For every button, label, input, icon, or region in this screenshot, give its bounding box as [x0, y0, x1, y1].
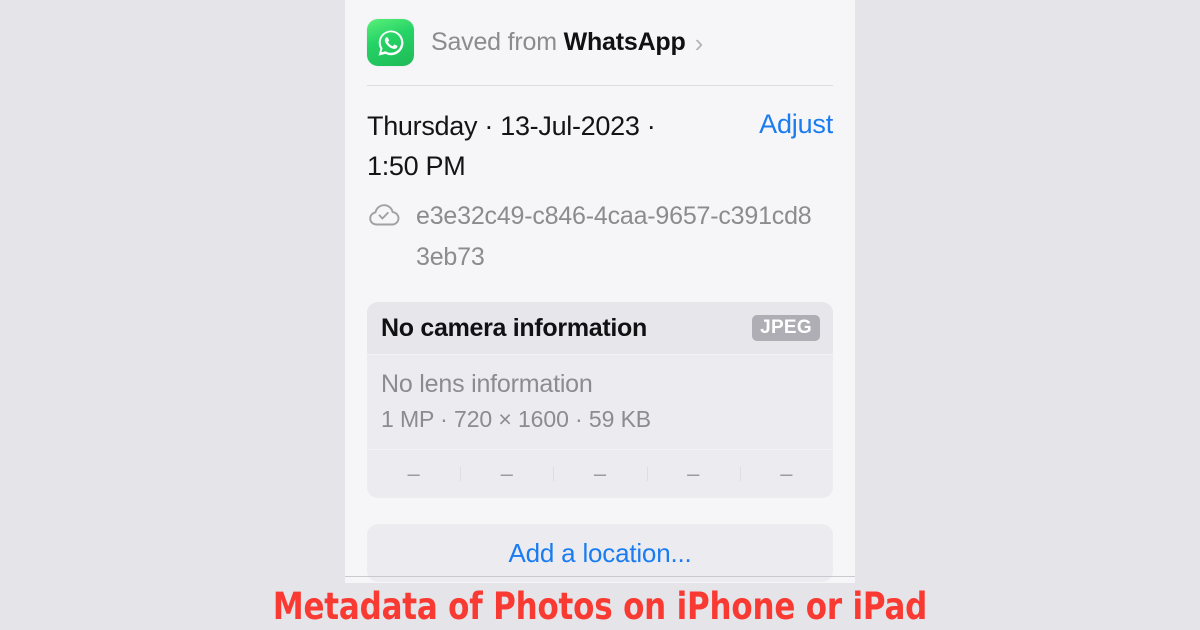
- lens-info-section: No lens information 1 MP · 720 × 1600 · …: [367, 355, 833, 449]
- date-block: Thursday · 13-Jul-2023 · 1:50 PM Adjust: [345, 86, 855, 186]
- lens-title: No lens information: [381, 370, 593, 398]
- camera-title: No camera information: [381, 313, 647, 342]
- camera-info-header: No camera information JPEG: [367, 302, 833, 354]
- chevron-right-icon[interactable]: ›: [695, 30, 704, 56]
- exif-cell-shutter: –: [646, 461, 740, 487]
- exif-cell-aperture: –: [553, 461, 646, 487]
- panel-bottom-divider: [345, 576, 855, 577]
- camera-info-card[interactable]: No camera information JPEG No lens infor…: [367, 302, 833, 498]
- saved-from-row[interactable]: Saved from WhatsApp ›: [345, 0, 855, 85]
- exif-cell-focal: –: [460, 461, 553, 487]
- caption-text: Metadata of Photos on iPhone or iPad: [272, 585, 928, 628]
- saved-from-label: Saved from WhatsApp: [431, 28, 686, 57]
- exif-values-row: – – – – –: [367, 450, 833, 498]
- add-location-button[interactable]: Add a location...: [367, 524, 833, 582]
- capture-date: Thursday · 13-Jul-2023 · 1:50 PM: [367, 111, 656, 181]
- image-specs: 1 MP · 720 × 1600 · 59 KB: [381, 406, 652, 432]
- adjust-button[interactable]: Adjust: [759, 109, 833, 140]
- exif-cell-iso: –: [407, 461, 420, 486]
- file-format-badge: JPEG: [752, 315, 820, 341]
- icloud-checkmark-icon: [367, 196, 405, 278]
- whatsapp-icon: [367, 19, 414, 66]
- asset-uuid: e3e32c49-c846-4caa-9657-c391cd83eb73: [416, 202, 812, 271]
- asset-identifier-row: e3e32c49-c846-4caa-9657-c391cd83eb73: [345, 186, 855, 278]
- photo-info-panel: Saved from WhatsApp › Thursday · 13-Jul-…: [345, 0, 855, 583]
- exif-cell-exposure: –: [739, 461, 833, 487]
- saved-from-app-name: WhatsApp: [563, 28, 686, 56]
- saved-from-prefix: Saved from: [431, 28, 564, 56]
